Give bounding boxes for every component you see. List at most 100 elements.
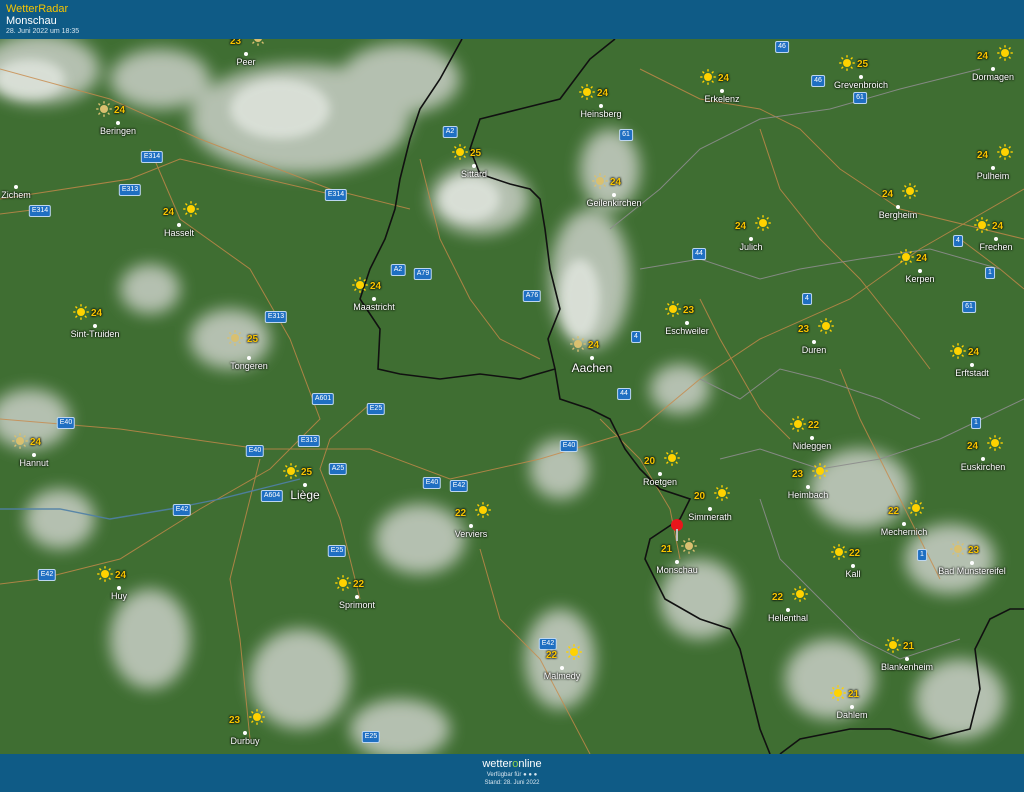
city-dot xyxy=(303,483,307,487)
road-badge: E40 xyxy=(559,440,579,452)
road-badge: E314 xyxy=(140,151,164,163)
sun-icon xyxy=(792,586,808,602)
city-dot xyxy=(177,223,181,227)
sun-icon xyxy=(839,55,855,71)
road-badge: E25 xyxy=(366,403,386,415)
temperature-label: 24 xyxy=(610,177,622,188)
temperature-label: 21 xyxy=(661,544,673,555)
location-pin-icon[interactable] xyxy=(671,519,683,541)
city-dot xyxy=(590,356,594,360)
city-dot xyxy=(599,104,603,108)
temperature-label: 22 xyxy=(772,592,784,603)
road-badge: 4 xyxy=(802,293,812,305)
sun-icon xyxy=(950,343,966,359)
sun-icon xyxy=(249,709,265,725)
temperature-label: 24 xyxy=(718,73,730,84)
city-dot xyxy=(786,608,790,612)
platform-icons: ● ● ● xyxy=(523,772,538,778)
city-name: Dormagen xyxy=(971,72,1015,82)
city-dot xyxy=(810,436,814,440)
road-badge: A2 xyxy=(442,126,458,138)
temperature-label: 24 xyxy=(977,150,989,161)
temperature-label: 23 xyxy=(798,324,810,335)
temperature-label: 24 xyxy=(115,570,127,581)
sun-icon xyxy=(183,201,199,217)
city-name: Liège xyxy=(290,488,320,502)
city-dot xyxy=(994,237,998,241)
city-dot xyxy=(991,166,995,170)
temperature-label: 20 xyxy=(644,456,656,467)
city-dot xyxy=(896,205,900,209)
city-dot xyxy=(970,561,974,565)
city-dot xyxy=(93,324,97,328)
sun-icon xyxy=(831,544,847,560)
city-dot xyxy=(117,586,121,590)
city-dot xyxy=(749,237,753,241)
road-badge: A604 xyxy=(260,490,284,502)
road-badge: 4 xyxy=(953,235,963,247)
road-badge: 44 xyxy=(692,248,706,260)
temperature-label: 24 xyxy=(30,437,42,448)
city-dot xyxy=(14,185,18,189)
sun-icon xyxy=(812,463,828,479)
logo-part-3: nline xyxy=(518,758,542,770)
logo-part-1: wetter xyxy=(482,758,513,770)
sun-icon xyxy=(96,101,112,117)
temperature-label: 24 xyxy=(597,88,609,99)
road-badge: 44 xyxy=(617,388,631,400)
city-name: Beringen xyxy=(99,126,137,136)
city-name: Grevenbroich xyxy=(833,80,889,90)
road-badge: 61 xyxy=(853,92,867,104)
road-badge: 46 xyxy=(811,75,825,87)
temperature-label: 21 xyxy=(903,641,915,652)
city-name: Simmerath xyxy=(688,512,732,522)
temperature-label: 25 xyxy=(857,59,869,70)
city-name: Malmedy xyxy=(543,671,581,681)
city-dot xyxy=(243,731,247,735)
road-badge: A2 xyxy=(390,264,406,276)
city-dot xyxy=(472,164,476,168)
sun-icon xyxy=(997,144,1013,160)
sun-icon xyxy=(579,84,595,100)
city-name: Pulheim xyxy=(976,171,1010,181)
temperature-label: 24 xyxy=(977,51,989,62)
city-name: Kerpen xyxy=(905,274,935,284)
sun-icon xyxy=(987,435,1003,451)
city-dot xyxy=(981,457,985,461)
road-badge: E42 xyxy=(37,569,57,581)
availability-text: Verfügbar für ● ● ● xyxy=(0,772,1024,778)
wetteronline-logo[interactable]: wetteronline xyxy=(0,758,1024,770)
sun-icon xyxy=(830,685,846,701)
city-dot xyxy=(355,595,359,599)
pin-stick xyxy=(676,529,678,541)
city-dot xyxy=(560,666,564,670)
city-dot xyxy=(685,321,689,325)
city-dot xyxy=(905,657,909,661)
city-name: Blankenheim xyxy=(880,662,934,672)
city-name: Hellenthal xyxy=(767,613,809,623)
sun-icon xyxy=(665,301,681,317)
road-badge: E313 xyxy=(297,435,321,447)
city-dot xyxy=(708,507,712,511)
city-name: Aachen xyxy=(571,361,613,375)
city-dot xyxy=(806,485,810,489)
city-dot xyxy=(851,564,855,568)
city-name: Bergheim xyxy=(878,210,918,220)
sun-icon xyxy=(997,45,1013,61)
radar-map[interactable]: E314 E314 E313 E314 A2 46 61 46 61 A2 A79 A76 E313 A6… xyxy=(0,39,1024,754)
temperature-label: 24 xyxy=(968,347,980,358)
city-name: Sint-Truiden xyxy=(70,329,120,339)
app-header: WetterRadar Monschau 28. Juni 2022 um 18… xyxy=(0,0,1024,39)
city-name: Nideggen xyxy=(792,441,832,451)
sun-icon xyxy=(902,183,918,199)
city-name: Roetgen xyxy=(642,477,678,487)
temperature-label: 20 xyxy=(694,491,706,502)
temperature-label: 24 xyxy=(163,207,175,218)
city-name: Huy xyxy=(110,591,128,601)
sun-icon xyxy=(335,575,351,591)
road-badge: E25 xyxy=(361,731,381,743)
temperature-label: 24 xyxy=(370,281,382,292)
sun-icon xyxy=(700,69,716,85)
temperature-label: 22 xyxy=(353,579,365,590)
sun-icon xyxy=(664,450,680,466)
